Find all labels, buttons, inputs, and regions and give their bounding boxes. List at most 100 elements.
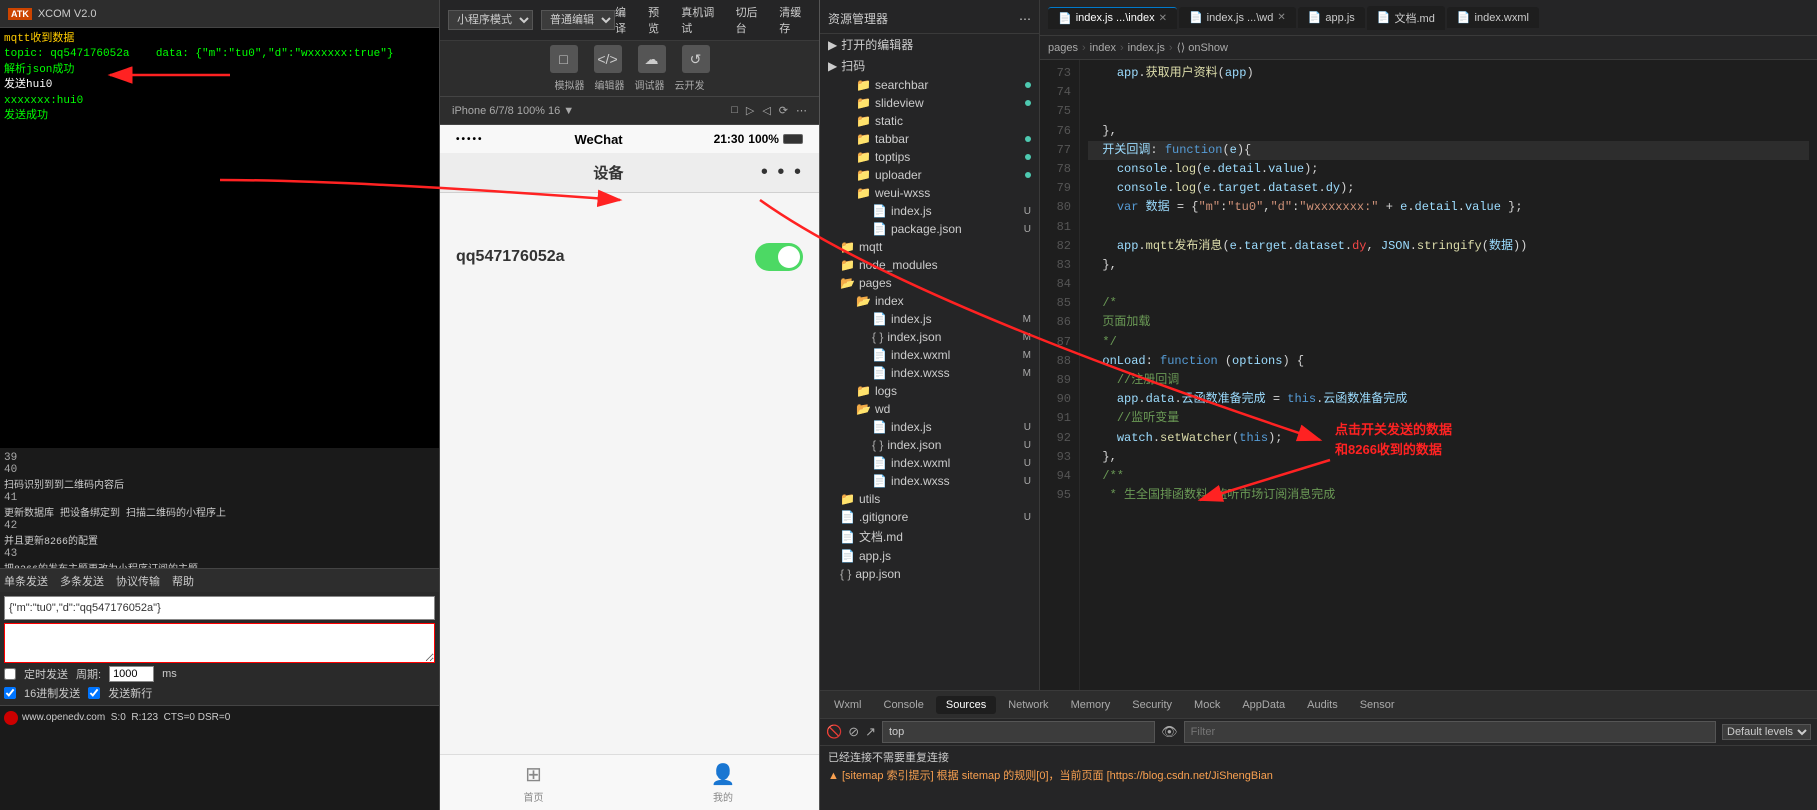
compile-btn[interactable]: 编译 (615, 4, 636, 36)
send-input-multiline[interactable] (4, 623, 435, 663)
scan-item[interactable]: ▶ 扫码 (820, 55, 1039, 76)
filter-btn[interactable]: ⊘ (848, 724, 859, 740)
code-btn[interactable]: </> (594, 45, 622, 73)
clear-btn[interactable]: 🚫 (826, 724, 842, 740)
device-ctrl-4[interactable]: ⟳ (779, 104, 788, 117)
hex-send-checkbox[interactable] (4, 687, 16, 699)
tree-index-wxss[interactable]: 📄 index.wxss M (820, 364, 1039, 382)
period-input[interactable] (109, 666, 154, 682)
device-ctrl-1[interactable]: □ (731, 104, 738, 117)
expand-btn[interactable]: ↗ (865, 724, 876, 740)
sep3: › (1169, 42, 1173, 54)
wd-index-wxss-label: index.wxss (891, 474, 950, 488)
debug-tab-sensor[interactable]: Sensor (1350, 696, 1405, 714)
hex-row: 16进制发送 发送新行 (4, 685, 435, 701)
menu-multi-send[interactable]: 多条发送 (60, 573, 104, 589)
real-machine-btn[interactable]: 真机调试 (681, 4, 723, 36)
debug-tab-appdata[interactable]: AppData (1232, 696, 1295, 714)
opened-editors-item[interactable]: ▶ 打开的编辑器 (820, 34, 1039, 55)
folder-icon: 📂 (856, 402, 871, 416)
tree-lib-pkg-json[interactable]: 📄 package.json U (820, 220, 1039, 238)
cloud-btn[interactable]: ↺ (682, 45, 710, 73)
tree-gitignore[interactable]: 📄 .gitignore U (820, 508, 1039, 526)
nav-mine[interactable]: 👤 我的 (711, 762, 736, 804)
tree-index-folder[interactable]: 📂 index (820, 292, 1039, 310)
tree-toptips[interactable]: 📁 toptips (820, 148, 1039, 166)
debug-tab-audits[interactable]: Audits (1297, 696, 1348, 714)
tab-close2[interactable]: ✕ (1277, 12, 1285, 23)
tree-wd-index-json[interactable]: { } index.json U (820, 436, 1039, 454)
newline-checkbox[interactable] (88, 687, 100, 699)
menu-protocol[interactable]: 协议传输 (116, 573, 160, 589)
tree-wd[interactable]: 📂 wd (820, 400, 1039, 418)
tree-weui-wxss[interactable]: 📁 weui-wxss (820, 184, 1039, 202)
mode-dropdown[interactable]: 小程序模式 (448, 10, 533, 30)
index-folder-label: index (875, 294, 904, 308)
opened-editors-label: 打开的编辑器 (841, 36, 913, 53)
tab-index-js-active[interactable]: 📄 index.js ...\index ✕ (1048, 7, 1177, 29)
menu-help[interactable]: 帮助 (172, 573, 194, 589)
tab-index-js-wd[interactable]: 📄 index.js ...\wd ✕ (1179, 7, 1296, 28)
resource-manager-label: 资源管理器 (828, 10, 888, 27)
tree-tabbar[interactable]: 📁 tabbar (820, 130, 1039, 148)
tree-index-js[interactable]: 📄 index.js M (820, 310, 1039, 328)
tree-searchbar[interactable]: 📁 searchbar (820, 76, 1039, 94)
debug-tab-memory[interactable]: Memory (1061, 696, 1121, 714)
tree-static[interactable]: 📁 static (820, 112, 1039, 130)
tree-wd-index-wxss[interactable]: 📄 index.wxss U (820, 472, 1039, 490)
resource-manager-header: 资源管理器 ⋯ (820, 4, 1039, 34)
tree-pages[interactable]: 📂 pages (820, 274, 1039, 292)
tab-index-wxml[interactable]: 📄 index.wxml (1447, 7, 1539, 28)
menu-single-send[interactable]: 单条发送 (4, 573, 48, 589)
tab-close[interactable]: ✕ (1159, 13, 1167, 24)
tree-slideview[interactable]: 📁 slideview (820, 94, 1039, 112)
debug-tab-network[interactable]: Network (998, 696, 1058, 714)
resource-manager-btn[interactable]: ⋯ (1019, 12, 1031, 26)
tree-uploader[interactable]: 📁 uploader (820, 166, 1039, 184)
hex-send-label: 16进制发送 (24, 685, 80, 701)
debug-tab-wxml[interactable]: Wxml (824, 696, 872, 714)
tree-app-json[interactable]: { } app.json (820, 565, 1039, 583)
tab-app-js[interactable]: 📄 app.js (1298, 7, 1365, 28)
tree-docs-md[interactable]: 📄 文档.md (820, 526, 1039, 547)
console-search-input[interactable] (882, 721, 1155, 743)
nav-home[interactable]: ⊞ 首页 (524, 762, 544, 804)
device-ctrl-2[interactable]: ▷ (746, 104, 754, 117)
tab-docs-md[interactable]: 📄 文档.md (1367, 6, 1445, 30)
options-row: 定时发送 周期: ms (4, 666, 435, 682)
eye-btn[interactable]: 👁 (1161, 724, 1178, 740)
tree-utils[interactable]: 📁 utils (820, 490, 1039, 508)
tree-wd-index-js[interactable]: 📄 index.js U (820, 418, 1039, 436)
debug-tab-console[interactable]: Console (874, 696, 934, 714)
tree-app-js[interactable]: 📄 app.js (820, 547, 1039, 565)
timed-send-checkbox[interactable] (4, 668, 16, 680)
toggle-switch[interactable] (755, 243, 803, 271)
tree-wd-index-wxml[interactable]: 📄 index.wxml U (820, 454, 1039, 472)
debug-btn[interactable]: ☁ (638, 45, 666, 73)
preview-btn[interactable]: 预览 (648, 4, 669, 36)
device-ctrl-3[interactable]: ◁ (762, 104, 770, 117)
terminal-line-2: topic: qq547176052a data: {"m":"tu0","d"… (4, 47, 435, 62)
debug-tab-mock[interactable]: Mock (1184, 696, 1230, 714)
log-level-select[interactable]: Default levels (1722, 724, 1811, 740)
save-btn[interactable]: 清缓存 (779, 4, 811, 36)
battery-icon (783, 134, 803, 144)
tree-logs[interactable]: 📁 logs (820, 382, 1039, 400)
sim-btn[interactable]: □ (550, 45, 578, 73)
filter-input[interactable] (1184, 721, 1716, 743)
debug-tab-security[interactable]: Security (1122, 696, 1182, 714)
tree-lib-index-js[interactable]: 📄 index.js U (820, 202, 1039, 220)
debug-tab-sources[interactable]: Sources (936, 696, 996, 714)
edit-dropdown[interactable]: 普通编辑 (541, 10, 615, 30)
qq-label: qq547176052a (456, 248, 565, 266)
toolbar-icons: □ </> ☁ ↺ (550, 45, 710, 73)
tree-node-modules[interactable]: 📁 node_modules (820, 256, 1039, 274)
device-option[interactable]: ⋯ (796, 104, 807, 117)
upload-btn[interactable]: 切后台 (736, 4, 768, 36)
tree-mqtt[interactable]: 📁 mqtt (820, 238, 1039, 256)
send-input-single[interactable] (4, 596, 435, 620)
qq-toggle-row: qq547176052a (456, 243, 803, 271)
md-icon: 📄 (840, 530, 855, 544)
tree-index-json[interactable]: { } index.json M (820, 328, 1039, 346)
tree-index-wxml[interactable]: 📄 index.wxml M (820, 346, 1039, 364)
